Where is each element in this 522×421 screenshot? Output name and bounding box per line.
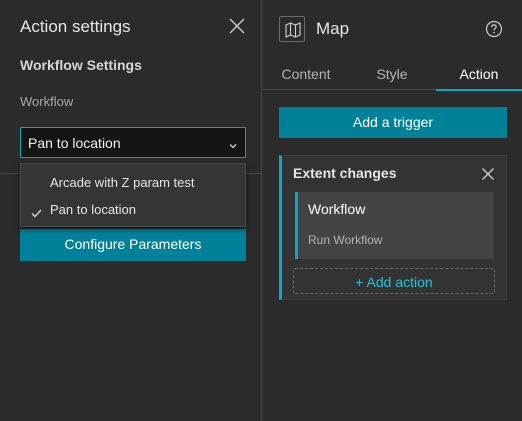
tab-content[interactable]: Content [263, 58, 349, 90]
add-action-button[interactable]: + Add action [293, 268, 495, 294]
workflow-dropdown-menu: Arcade with Z param test Pan to location [20, 163, 246, 227]
settings-tabs: Content Style Action [263, 58, 522, 91]
add-trigger-label: Add a trigger [352, 114, 434, 130]
workflow-select-value: Pan to location [28, 135, 121, 151]
panel-title: Action settings [20, 17, 131, 36]
trigger-title: Extent changes [293, 165, 397, 181]
tab-label: Action [459, 66, 499, 82]
help-icon[interactable] [485, 20, 503, 38]
action-subtitle: Run Workflow [308, 233, 383, 247]
chevron-down-icon [228, 138, 238, 149]
dropdown-option-arcade[interactable]: Arcade with Z param test [21, 169, 245, 196]
dropdown-option-label: Pan to location [50, 202, 137, 217]
add-action-label: + Add action [355, 274, 433, 290]
dropdown-option-pan-to-location[interactable]: Pan to location [21, 196, 245, 223]
close-icon[interactable] [481, 167, 495, 181]
add-trigger-button[interactable]: Add a trigger [279, 107, 507, 138]
workflow-settings-heading: Workflow Settings [20, 57, 142, 73]
action-card[interactable]: Workflow Run Workflow [295, 192, 494, 259]
configure-parameters-button[interactable]: Configure Parameters [20, 229, 246, 261]
dropdown-option-label: Arcade with Z param test [50, 175, 195, 190]
trigger-card: Extent changes Workflow Run Workflow + A… [279, 155, 507, 300]
widget-title: Map [316, 19, 350, 38]
workflow-select[interactable]: Pan to location [20, 127, 246, 158]
map-widget-panel: Map Content Style Action Add a trigger E… [263, 0, 522, 421]
close-icon[interactable] [228, 17, 246, 35]
tab-action[interactable]: Action [436, 58, 522, 91]
map-icon [279, 16, 305, 42]
workflow-field-label: Workflow [20, 94, 74, 109]
tab-style[interactable]: Style [349, 58, 435, 90]
action-title: Workflow [308, 201, 366, 217]
tab-label: Style [376, 66, 408, 82]
configure-parameters-label: Configure Parameters [64, 236, 202, 252]
check-icon [31, 205, 42, 218]
action-settings-panel: Action settings Workflow Settings Workfl… [0, 0, 262, 421]
panel-header: Action settings [0, 0, 262, 52]
tab-label: Content [281, 66, 331, 82]
